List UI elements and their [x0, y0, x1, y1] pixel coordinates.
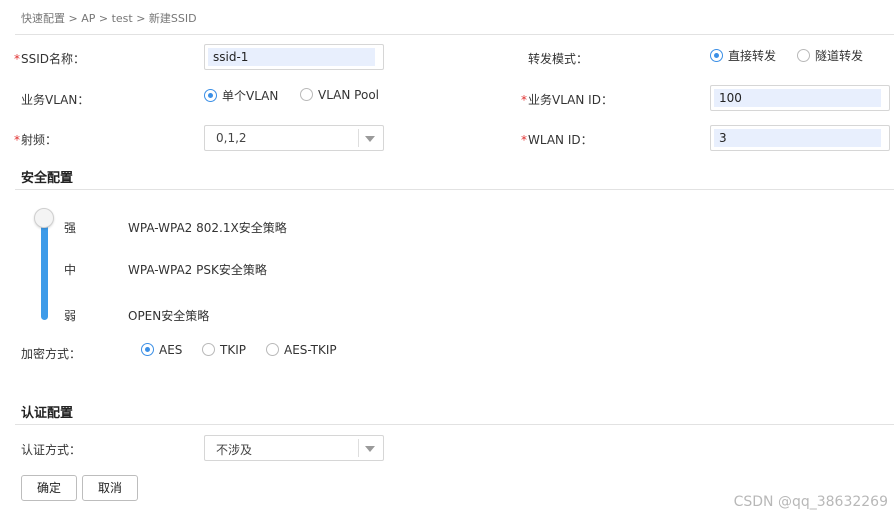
radio-freq-label: *射频： [14, 133, 58, 147]
forward-mode-tunnel-radio[interactable]: 隧道转发 [797, 47, 863, 64]
service-vlan-single-radio[interactable]: 单个VLAN [204, 87, 278, 104]
security-policy-medium: WPA-WPA2 PSK安全策略 [128, 263, 267, 277]
service-vlan-id-value: 100 [714, 89, 881, 107]
forward-mode-label: 转发模式： [528, 52, 589, 66]
encryption-label: 加密方式： [21, 347, 82, 361]
security-policy-strong: WPA-WPA2 802.1X安全策略 [128, 221, 287, 235]
wlan-id-input[interactable]: 3 [710, 125, 890, 151]
security-level-slider-thumb[interactable] [34, 208, 54, 228]
ssid-name-input[interactable]: ssid-1 [204, 44, 384, 70]
watermark: CSDN @qq_38632269 [733, 494, 888, 510]
divider [15, 189, 894, 190]
radio-checked-icon [141, 343, 154, 356]
ssid-name-value: ssid-1 [208, 48, 375, 66]
security-level-medium: 中 [64, 263, 77, 277]
chevron-down-icon [365, 136, 375, 142]
select-separator [358, 439, 359, 457]
forward-mode-direct-radio[interactable]: 直接转发 [710, 47, 776, 64]
select-separator [358, 129, 359, 147]
wlan-id-label: *WLAN ID： [521, 133, 593, 147]
auth-method-select[interactable]: 不涉及 [204, 435, 384, 461]
radio-unchecked-icon [202, 343, 215, 356]
service-vlan-id-label: *业务VLAN ID： [521, 93, 613, 107]
radio-checked-icon [204, 89, 217, 102]
radio-freq-select[interactable]: 0,1,2 [204, 125, 384, 151]
auth-method-label: 认证方式： [21, 443, 82, 457]
divider [15, 424, 894, 425]
radio-freq-value: 0,1,2 [216, 131, 247, 145]
security-policy-weak: OPEN安全策略 [128, 309, 210, 323]
breadcrumb: 快速配置 > AP > test > 新建SSID [21, 12, 197, 25]
encryption-aes-tkip-radio[interactable]: AES-TKIP [266, 342, 337, 357]
encryption-tkip-radio[interactable]: TKIP [202, 342, 246, 357]
divider [15, 34, 894, 35]
security-level-weak: 弱 [64, 309, 77, 323]
ssid-name-label: *SSID名称： [14, 52, 86, 66]
service-vlan-id-input[interactable]: 100 [710, 85, 890, 111]
radio-unchecked-icon [797, 49, 810, 62]
service-vlan-pool-radio[interactable]: VLAN Pool [300, 87, 379, 102]
cancel-button[interactable]: 取消 [82, 475, 138, 501]
radio-unchecked-icon [300, 88, 313, 101]
auth-section-title: 认证配置 [21, 406, 74, 421]
service-vlan-label: 业务VLAN： [21, 93, 90, 107]
chevron-down-icon [365, 446, 375, 452]
radio-unchecked-icon [266, 343, 279, 356]
security-level-slider-track[interactable] [41, 216, 48, 320]
security-level-strong: 强 [64, 221, 77, 235]
radio-checked-icon [710, 49, 723, 62]
wlan-id-value: 3 [714, 129, 881, 147]
ok-button[interactable]: 确定 [21, 475, 77, 501]
security-section-title: 安全配置 [21, 171, 74, 186]
auth-method-value: 不涉及 [216, 443, 253, 457]
encryption-aes-radio[interactable]: AES [141, 342, 182, 357]
